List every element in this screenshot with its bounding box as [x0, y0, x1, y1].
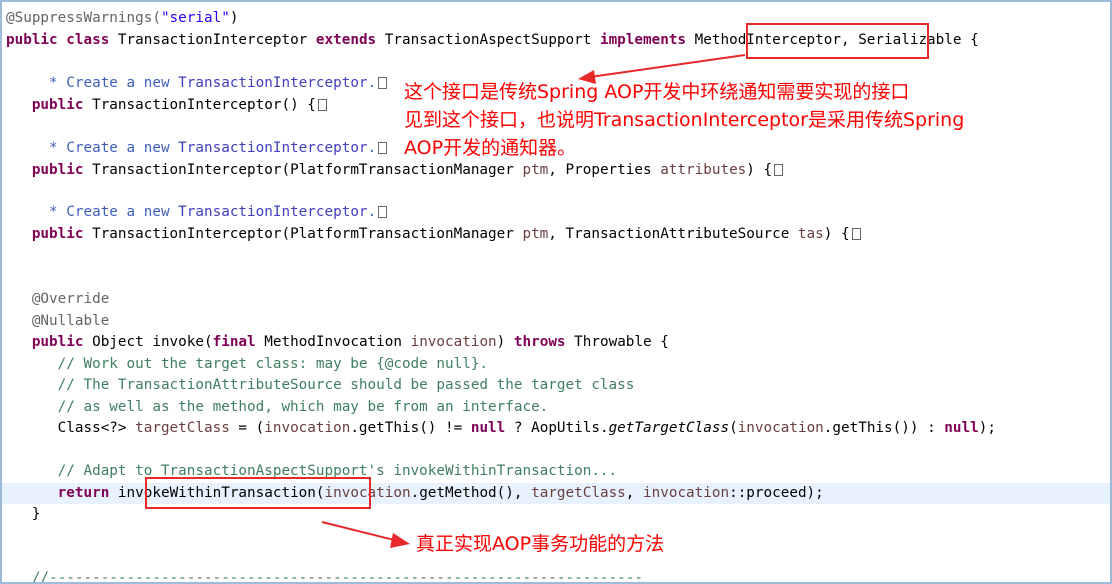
javadoc-link: TransactionInterceptor	[178, 75, 368, 91]
line-comment: //--------------------------------------…	[31, 570, 643, 584]
code-token: , Properties	[548, 162, 661, 178]
code-line-target-class: Class<?> targetClass = (invocation.getTh…	[6, 418, 1110, 439]
local-variable: targetClass	[531, 485, 626, 501]
interface-callout-line: 见到这个接口，也说明TransactionInterceptor是采用传统Spr…	[404, 109, 965, 131]
keyword: public	[31, 334, 84, 350]
code-token: ? AopUtils.	[505, 420, 609, 436]
keyword: class	[66, 32, 110, 48]
code-token: );	[978, 420, 996, 436]
method-interceptor-highlight-box	[746, 23, 929, 59]
parameter: attributes	[660, 162, 747, 178]
collapsed-block-icon[interactable]	[378, 77, 388, 89]
code-token: TransactionInterceptor(PlatformTransacti…	[83, 162, 523, 178]
code-line-annotation: @Override	[6, 289, 1110, 310]
code-token: (	[729, 420, 738, 436]
code-token: .getThis() !=	[350, 420, 471, 436]
code-token: .getMethod(),	[410, 485, 532, 501]
code-token: , TransactionAttributeSource	[548, 226, 798, 242]
code-line-comment: // Work out the target class: may be {@c…	[6, 354, 1110, 375]
code-line-class-declaration: public class TransactionInterceptor exte…	[6, 30, 1110, 51]
code-line-method-signature: public Object invoke(final MethodInvocat…	[6, 332, 1110, 353]
keyword: public	[6, 32, 58, 48]
code-token: )	[496, 334, 514, 350]
keyword: implements	[599, 32, 687, 48]
code-line-javadoc: * Create a new TransactionInterceptor.	[6, 202, 1110, 223]
code-token: Class<?>	[57, 420, 136, 436]
code-token: MethodInvocation	[255, 334, 411, 350]
line-comment: // The TransactionAttributeSource should…	[57, 377, 635, 393]
string-literal: "serial"	[160, 10, 230, 26]
parameter: invocation	[643, 485, 730, 501]
collapsed-block-icon[interactable]	[317, 99, 327, 111]
code-token: = (	[229, 420, 265, 436]
parameter: tas	[797, 226, 824, 242]
javadoc-comment: * Create a new	[40, 204, 179, 220]
line-comment: // Work out the target class: may be {@c…	[57, 356, 489, 372]
keyword: final	[212, 334, 256, 350]
code-token: ) {	[823, 226, 850, 242]
code-token: TransactionInterceptor() {	[83, 97, 316, 113]
interface-callout-line: 这个接口是传统Spring AOP开发中环绕通知需要实现的接口	[404, 81, 910, 103]
javadoc-comment: .	[367, 75, 377, 91]
javadoc-comment: .	[367, 140, 377, 156]
code-token: ) {	[746, 162, 773, 178]
code-token: ::proceed);	[729, 485, 824, 501]
code-token: )	[229, 10, 239, 26]
collapsed-block-icon[interactable]	[378, 142, 388, 154]
code-token: }	[31, 506, 41, 522]
line-comment: // as well as the method, which may be f…	[57, 399, 549, 415]
code-token: .getThis()) :	[823, 420, 945, 436]
code-token: Throwable {	[565, 334, 669, 350]
method-callout-line: 真正实现AOP事务功能的方法	[416, 533, 665, 555]
code-line-constructor: public TransactionInterceptor(PlatformTr…	[6, 224, 1110, 245]
interface-callout: 这个接口是传统Spring AOP开发中环绕通知需要实现的接口 见到这个接口，也…	[404, 78, 964, 162]
keyword: null	[470, 420, 506, 436]
code-token: Object invoke(	[83, 334, 213, 350]
interface-callout-line: AOP开发的通知器。	[404, 137, 577, 159]
keyword: return	[57, 485, 110, 501]
code-line-comment: // The TransactionAttributeSource should…	[6, 375, 1110, 396]
code-line-annotation: @SuppressWarnings("serial")	[6, 8, 1110, 29]
code-token: ,	[625, 485, 644, 501]
method-callout: 真正实现AOP事务功能的方法	[416, 530, 664, 558]
code-line-constructor: public TransactionInterceptor(PlatformTr…	[6, 160, 1110, 181]
parameter: ptm	[522, 226, 549, 242]
parameter: invocation	[410, 334, 497, 350]
annotation-text: @Override	[31, 291, 110, 307]
local-variable: targetClass	[135, 420, 230, 436]
static-method: getTargetClass	[608, 420, 730, 436]
collapsed-block-icon[interactable]	[851, 228, 861, 240]
annotation-text: @SuppressWarnings(	[6, 10, 161, 26]
javadoc-comment: * Create a new	[40, 140, 179, 156]
keyword: public	[31, 162, 84, 178]
javadoc-comment: * Create a new	[40, 75, 179, 91]
keyword: throws	[513, 334, 566, 350]
collapsed-block-icon[interactable]	[378, 206, 388, 218]
keyword: public	[31, 226, 84, 242]
code-line-comment: // as well as the method, which may be f…	[6, 397, 1110, 418]
keyword: null	[944, 420, 979, 436]
javadoc-link: TransactionInterceptor	[178, 140, 368, 156]
class-name: TransactionInterceptor	[109, 32, 316, 48]
javadoc-comment: .	[367, 204, 377, 220]
annotation-text: @Nullable	[31, 313, 110, 329]
code-token: TransactionInterceptor(PlatformTransacti…	[83, 226, 523, 242]
parameter: invocation	[737, 420, 824, 436]
javadoc-link: TransactionInterceptor	[178, 204, 368, 220]
superclass-name: TransactionAspectSupport	[376, 32, 600, 48]
code-line-separator: //--------------------------------------…	[6, 568, 1110, 584]
keyword: extends	[315, 32, 377, 48]
code-line-annotation: @Nullable	[6, 311, 1110, 332]
keyword: public	[31, 97, 84, 113]
parameter: invocation	[264, 420, 351, 436]
invoke-within-transaction-highlight-box	[145, 477, 371, 509]
collapsed-block-icon[interactable]	[774, 164, 784, 176]
parameter: ptm	[522, 162, 549, 178]
